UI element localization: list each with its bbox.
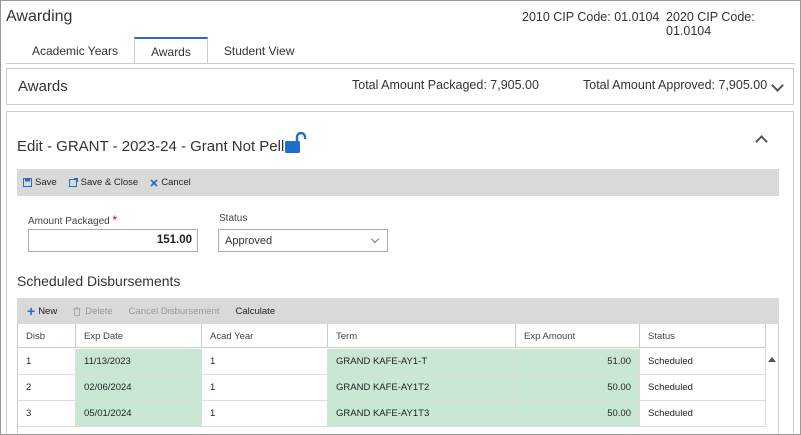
tab-student-view[interactable]: Student View [208, 37, 311, 64]
awards-title: Awards [18, 78, 68, 95]
chevron-down-icon [370, 234, 380, 244]
total-amount-approved: Total Amount Approved: 7,905.00 [583, 78, 768, 92]
delete-icon [73, 306, 81, 316]
tab-bar: Academic Years Awards Student View [16, 37, 310, 64]
table-row[interactable]: 1 11/13/2023 1 GRAND KAFE-AY1-T 51.00 Sc… [18, 349, 766, 375]
cancel-label: Cancel [161, 177, 191, 188]
cell-exp-amount[interactable]: 51.00 [516, 349, 640, 374]
cell-exp-date[interactable]: 11/13/2023 [76, 349, 202, 374]
cip-2020-code: 2020 CIP Code: 01.0104 [666, 10, 755, 38]
status-label: Status [219, 213, 248, 224]
required-mark: * [112, 213, 118, 227]
cancel-button[interactable]: Cancel [150, 177, 191, 188]
cell-status: Scheduled [640, 349, 766, 374]
save-close-label: Save & Close [80, 177, 139, 188]
column-header-disb[interactable]: Disb [18, 324, 76, 348]
cell-status: Scheduled [640, 375, 766, 400]
cell-disb: 1 [18, 349, 76, 374]
table-row[interactable]: 2 02/06/2024 1 GRAND KAFE-AY1T2 50.00 Sc… [18, 375, 766, 401]
cell-term[interactable]: GRAND KAFE-AY1T2 [328, 375, 516, 400]
column-header-exp-amount[interactable]: Exp Amount [516, 324, 640, 348]
column-header-status[interactable]: Status [640, 324, 766, 348]
total-amount-packaged: Total Amount Packaged: 7,905.00 [352, 78, 539, 92]
cell-term[interactable]: GRAND KAFE-AY1T3 [328, 401, 516, 426]
tab-awards[interactable]: Awards [134, 37, 208, 64]
cell-acad-year: 1 [202, 401, 328, 426]
cell-disb: 3 [18, 401, 76, 426]
cancel-icon [150, 178, 158, 187]
cell-exp-amount[interactable]: 50.00 [516, 375, 640, 400]
save-label: Save [35, 177, 57, 188]
tab-divider [6, 63, 795, 64]
tab-academic-years[interactable]: Academic Years [16, 37, 134, 64]
cell-exp-amount[interactable]: 50.00 [516, 401, 640, 426]
awarding-window: Awarding 2010 CIP Code: 01.0104 2020 CIP… [0, 0, 801, 435]
new-button[interactable]: + New [27, 303, 57, 319]
save-close-button[interactable]: Save & Close [68, 177, 139, 188]
disbursements-grid: Disb Exp Date Acad Year Term Exp Amount … [17, 324, 779, 434]
cancel-disbursement-button[interactable]: Cancel Disbursement [129, 306, 220, 317]
scroll-up-arrow-icon[interactable] [768, 357, 776, 362]
cell-acad-year: 1 [202, 375, 328, 400]
cip-2010-code: 2010 CIP Code: 01.0104 [522, 10, 660, 24]
cell-disb: 2 [18, 375, 76, 400]
disbursements-toolbar: + New Delete Cancel Disbursement Calcula… [17, 298, 779, 324]
column-header-acad-year[interactable]: Acad Year [202, 324, 328, 348]
save-icon [23, 178, 32, 187]
calculate-button[interactable]: Calculate [236, 306, 276, 317]
save-button[interactable]: Save [23, 177, 57, 188]
cell-term[interactable]: GRAND KAFE-AY1-T [328, 349, 516, 374]
status-select[interactable]: Approved [218, 229, 388, 252]
cell-exp-date[interactable]: 05/01/2024 [76, 401, 202, 426]
status-value: Approved [225, 235, 273, 247]
cell-status: Scheduled [640, 401, 766, 426]
edit-toolbar: Save Save & Close Cancel [17, 169, 779, 196]
unlock-icon[interactable] [284, 131, 308, 154]
save-close-icon [68, 178, 78, 187]
grid-header: Disb Exp Date Acad Year Term Exp Amount … [18, 324, 766, 348]
delete-button[interactable]: Delete [73, 306, 113, 317]
table-row[interactable]: 3 05/01/2024 1 GRAND KAFE-AY1T3 50.00 Sc… [18, 401, 766, 427]
scheduled-disbursements-title: Scheduled Disbursements [17, 273, 181, 289]
edit-award-title: Edit - GRANT - 2023-24 - Grant Not Pell [17, 138, 285, 155]
chevron-down-icon[interactable] [771, 79, 784, 92]
cell-acad-year: 1 [202, 349, 328, 374]
amount-packaged-input[interactable]: 151.00 [28, 229, 198, 252]
cell-exp-date[interactable]: 02/06/2024 [76, 375, 202, 400]
column-header-term[interactable]: Term [328, 324, 516, 348]
plus-icon: + [27, 303, 36, 319]
amount-packaged-label: Amount Packaged * [28, 213, 118, 227]
awards-summary-bar[interactable]: Awards Total Amount Packaged: 7,905.00 T… [6, 68, 794, 105]
page-title: Awarding [6, 8, 73, 25]
column-header-exp-date[interactable]: Exp Date [76, 324, 202, 348]
